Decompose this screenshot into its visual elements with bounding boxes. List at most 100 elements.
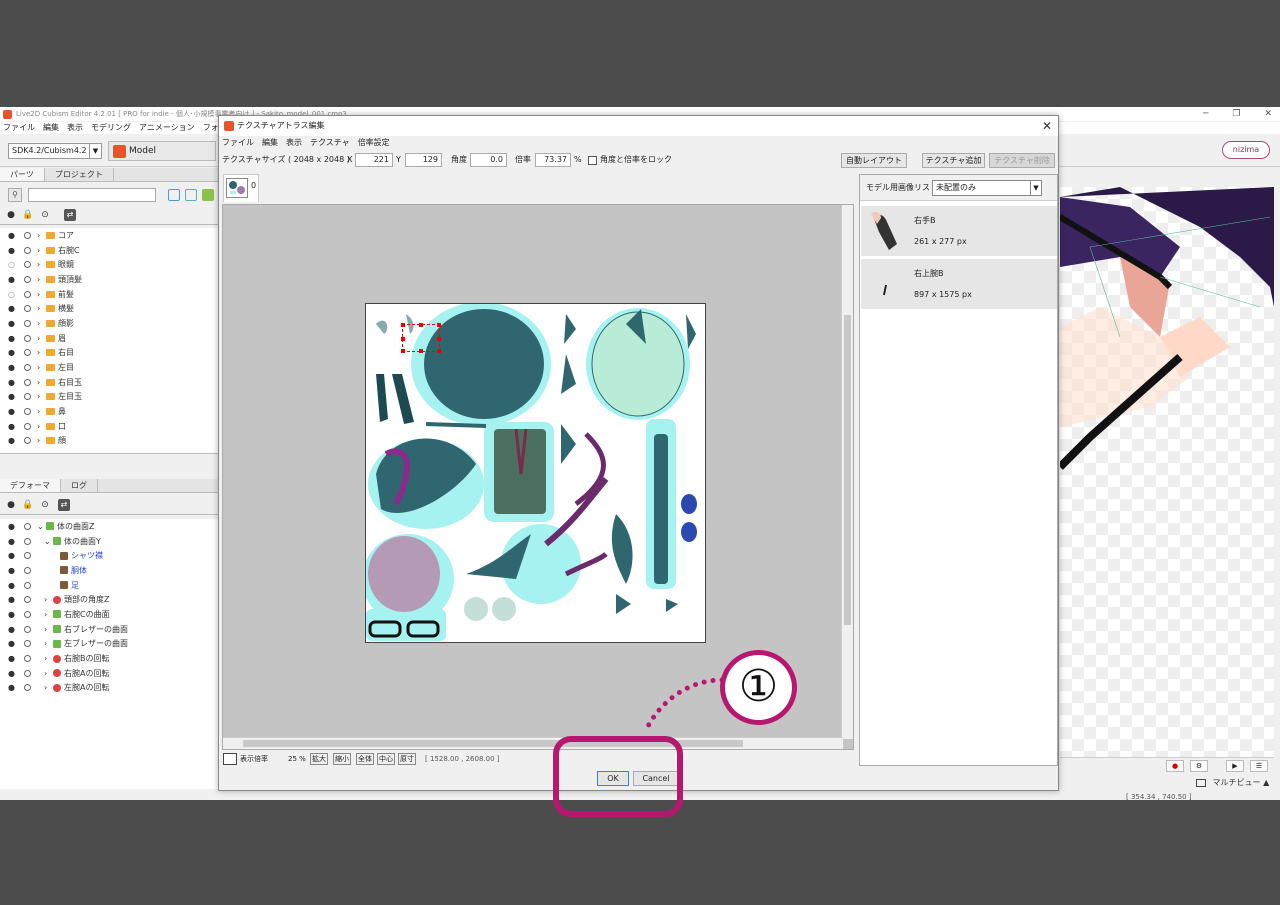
menu-view[interactable]: 表示	[67, 122, 83, 134]
list-icon[interactable]: ☰	[1250, 760, 1268, 772]
image-list-item[interactable]: 右上腕B 897 x 1575 px	[861, 259, 1057, 310]
chevron-icon[interactable]: ⌄	[37, 522, 44, 531]
deformer-tree-row[interactable]: ● › 右ブレザーの曲面	[0, 622, 218, 637]
selection-box[interactable]	[401, 323, 441, 353]
eye-icon[interactable]: ●	[8, 581, 16, 590]
play-icon[interactable]: ▶	[1226, 760, 1244, 772]
parts-tree-row[interactable]: ● › 鼻	[0, 404, 218, 419]
mode-select[interactable]: Model	[108, 141, 216, 161]
expand-icon[interactable]: ⊙	[39, 209, 51, 221]
lock-circle-icon[interactable]	[24, 231, 31, 239]
angle-input[interactable]: 0.0	[470, 153, 507, 167]
lock-ratio-checkbox[interactable]	[588, 156, 597, 165]
deformer-tree-row[interactable]: ● シャツ襟	[0, 548, 218, 563]
delete-texture-button[interactable]: テクスチャ削除	[989, 153, 1055, 168]
chevron-icon[interactable]: ›	[44, 683, 51, 692]
parts-tree-row[interactable]: ● › 左目	[0, 360, 218, 375]
eye-off-icon[interactable]: ○	[8, 290, 16, 299]
dialog-menu-edit[interactable]: 編集	[262, 136, 278, 149]
center-button[interactable]: 中心	[377, 753, 395, 765]
parts-search-input[interactable]	[28, 188, 156, 202]
horizontal-scrollbar[interactable]	[223, 737, 843, 749]
multi-view-toggle[interactable]: マルチビュー ▲	[1196, 777, 1269, 788]
menu-file[interactable]: ファイル	[3, 122, 35, 134]
lock-circle-icon[interactable]	[24, 655, 31, 663]
dialog-menu-view[interactable]: 表示	[286, 136, 302, 149]
parts-tree-row[interactable]: ● › 頭頂髪	[0, 272, 218, 287]
chevron-icon[interactable]: ⌄	[44, 537, 51, 546]
eye-icon[interactable]: ●	[8, 246, 16, 255]
grid-icon[interactable]	[202, 189, 214, 201]
deformer-tree-row[interactable]: ● › 右腕Bの回転	[0, 651, 218, 666]
lock-icon[interactable]: 🔒	[22, 499, 34, 511]
search-icon[interactable]: ⚲	[8, 188, 22, 202]
eye-icon[interactable]: ●	[8, 407, 16, 416]
eye-icon[interactable]: ●	[8, 231, 16, 240]
eye-icon[interactable]: ●	[8, 436, 16, 445]
lock-circle-icon[interactable]	[24, 684, 31, 692]
lock-circle-icon[interactable]	[24, 408, 31, 416]
deformer-tree-row[interactable]: ● › 右腕Cの曲面	[0, 607, 218, 622]
chevron-right-icon[interactable]: ›	[37, 319, 44, 328]
eye-icon[interactable]: ●	[8, 348, 16, 357]
scale-input[interactable]: 73.37	[535, 153, 571, 167]
image-list-item[interactable]: 右手B 261 x 277 px	[861, 206, 1057, 257]
deformer-tree-row[interactable]: ● 胴体	[0, 563, 218, 578]
texture-atlas[interactable]	[365, 303, 706, 643]
chevron-icon[interactable]: ›	[44, 625, 51, 634]
chevron-right-icon[interactable]: ›	[37, 231, 44, 240]
chevron-right-icon[interactable]: ›	[37, 260, 44, 269]
dialog-menu-scale[interactable]: 倍率設定	[358, 136, 390, 149]
lock-circle-icon[interactable]	[24, 393, 31, 401]
parts-tree-row[interactable]: ● › 右目玉	[0, 375, 218, 390]
eye-icon[interactable]: ●	[5, 209, 17, 221]
lock-circle-icon[interactable]	[24, 581, 31, 589]
settings-icon[interactable]: ⚙	[1190, 760, 1208, 772]
parts-tree-row[interactable]: ● › 眉	[0, 331, 218, 346]
lock-circle-icon[interactable]	[24, 349, 31, 357]
chevron-icon[interactable]: ›	[44, 639, 51, 648]
zoom-in-button[interactable]: 拡大	[310, 753, 328, 765]
chevron-icon[interactable]: ›	[44, 669, 51, 678]
parts-tree-row[interactable]: ● › 顔影	[0, 316, 218, 331]
link-icon[interactable]	[185, 189, 197, 201]
nizima-button[interactable]: nizima	[1222, 141, 1270, 159]
restore-icon[interactable]: ❐	[1232, 107, 1240, 121]
chevron-right-icon[interactable]: ›	[37, 334, 44, 343]
lock-circle-icon[interactable]	[24, 596, 31, 604]
parts-tree-row[interactable]: ● › 口	[0, 419, 218, 434]
swap-icon[interactable]: ⇄	[58, 499, 70, 511]
eye-icon[interactable]: ●	[8, 551, 16, 560]
chevron-right-icon[interactable]: ›	[37, 407, 44, 416]
lock-circle-icon[interactable]	[24, 261, 31, 269]
parts-tree-row[interactable]: ● › コア	[0, 228, 218, 243]
filter-icon[interactable]	[168, 189, 180, 201]
eye-icon[interactable]: ●	[8, 275, 16, 284]
lock-circle-icon[interactable]	[24, 522, 31, 530]
chevron-right-icon[interactable]: ›	[37, 275, 44, 284]
sdk-select[interactable]: SDK4.2/Cubism4.2 ▼	[8, 143, 102, 159]
eye-off-icon[interactable]: ○	[8, 260, 16, 269]
lock-circle-icon[interactable]	[24, 305, 31, 313]
chevron-right-icon[interactable]: ›	[37, 348, 44, 357]
deformer-tree-row[interactable]: ● ⌄ 体の曲面Z	[0, 519, 218, 534]
chevron-right-icon[interactable]: ›	[37, 422, 44, 431]
lock-circle-icon[interactable]	[24, 610, 31, 618]
dialog-menu-file[interactable]: ファイル	[222, 136, 254, 149]
close-icon[interactable]: ✕	[1264, 107, 1272, 121]
parts-tree-row[interactable]: ● › 右目	[0, 346, 218, 361]
record-icon[interactable]: ●	[1166, 760, 1184, 772]
lock-circle-icon[interactable]	[24, 364, 31, 372]
chevron-icon[interactable]: ›	[44, 595, 51, 604]
eye-icon[interactable]: ●	[8, 595, 16, 604]
lock-circle-icon[interactable]	[24, 566, 31, 574]
lock-circle-icon[interactable]	[24, 640, 31, 648]
tab-deformer[interactable]: デフォーマ	[0, 479, 61, 492]
eye-icon[interactable]: ●	[8, 654, 16, 663]
chevron-right-icon[interactable]: ›	[37, 436, 44, 445]
lock-icon[interactable]: 🔒	[22, 209, 34, 221]
eye-icon[interactable]: ●	[8, 683, 16, 692]
deformer-tree-row[interactable]: ● › 左ブレザーの曲面	[0, 637, 218, 652]
chevron-right-icon[interactable]: ›	[37, 378, 44, 387]
eye-icon[interactable]: ●	[8, 378, 16, 387]
